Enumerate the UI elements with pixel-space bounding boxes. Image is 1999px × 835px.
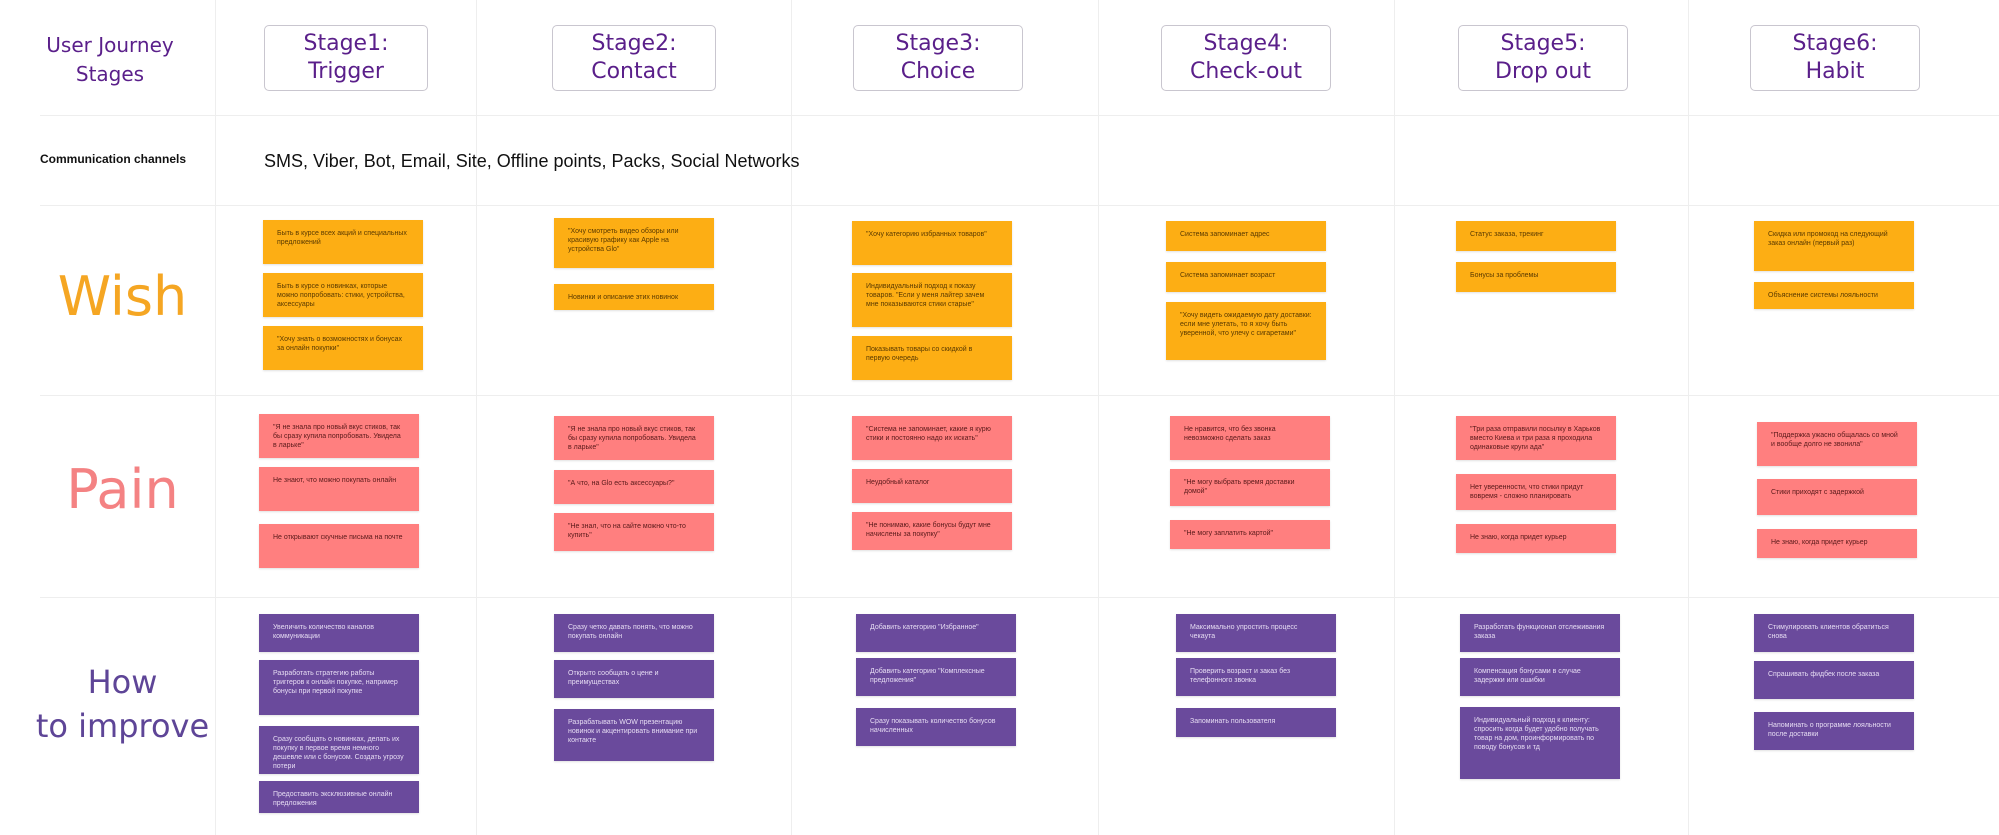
channels-label: Communication channels: [40, 152, 187, 166]
sticky-note-wish[interactable]: Новинки и описание этих новинок: [554, 284, 714, 310]
sticky-note-improve[interactable]: Добавить категорию "Избранное": [856, 614, 1016, 652]
sticky-note-improve[interactable]: Максимально упростить процесс чекаута: [1176, 614, 1336, 652]
sticky-note-wish[interactable]: "Хочу категорию избранных товаров": [852, 221, 1012, 265]
sticky-note-wish[interactable]: Бонусы за проблемы: [1456, 262, 1616, 292]
sticky-note-pain[interactable]: "Не могу выбрать время доставки домой": [1170, 469, 1330, 506]
sticky-note-wish[interactable]: Объяснение системы лояльности: [1754, 282, 1914, 309]
stage-card-trigger[interactable]: Stage1: Trigger: [264, 25, 428, 91]
sticky-note-pain[interactable]: "Я не знала про новый вкус стиков, так б…: [259, 414, 419, 458]
sticky-note-improve[interactable]: Запоминать пользователя: [1176, 708, 1336, 737]
journey-title: User Journey Stages: [10, 31, 210, 89]
sticky-note-pain[interactable]: Не нравится, что без звонка невозможно с…: [1170, 416, 1330, 460]
sticky-note-pain[interactable]: "Не могу заплатить картой": [1170, 520, 1330, 549]
sticky-note-improve[interactable]: Сразу показывать количество бонусов начи…: [856, 708, 1016, 746]
sticky-note-wish[interactable]: Система запоминает возраст: [1166, 262, 1326, 292]
stage-number: Stage4:: [1203, 31, 1289, 56]
sticky-note-improve[interactable]: Разрабатывать WOW презентацию новинок и …: [554, 709, 714, 761]
stage-name: Habit: [1805, 59, 1865, 84]
sticky-note-pain[interactable]: "Не понимаю, какие бонусы будут мне начи…: [852, 512, 1012, 550]
stage-number: Stage1:: [303, 31, 389, 56]
sticky-note-wish[interactable]: Система запоминает адрес: [1166, 221, 1326, 251]
sticky-note-improve[interactable]: Разработать стратегию работы триггеров к…: [259, 660, 419, 715]
sticky-note-pain[interactable]: "Система не запоминает, какие я курю сти…: [852, 416, 1012, 460]
sticky-note-pain[interactable]: Не открывают скучные письма на почте: [259, 524, 419, 568]
sticky-note-improve[interactable]: Сразу сообщать о новинках, делать их пок…: [259, 726, 419, 774]
sticky-note-wish[interactable]: "Хочу знать о возможностях и бонусах за …: [263, 326, 423, 370]
stage-card-contact[interactable]: Stage2: Contact: [552, 25, 716, 91]
stage-number: Stage6:: [1792, 31, 1878, 56]
sticky-note-improve[interactable]: Спрашивать фидбек после заказа: [1754, 661, 1914, 699]
sticky-note-wish[interactable]: Индивидуальный подход к показу товаров. …: [852, 273, 1012, 327]
sticky-note-improve[interactable]: Увеличить количество каналов коммуникаци…: [259, 614, 419, 652]
stage-number: Stage2:: [591, 31, 677, 56]
stage-name: Check-out: [1189, 59, 1303, 84]
sticky-note-pain[interactable]: Нет уверенности, что стики придут воврем…: [1456, 474, 1616, 510]
sticky-note-wish[interactable]: Статус заказа, трекинг: [1456, 221, 1616, 251]
sticky-note-pain[interactable]: "Поддержка ужасно общалась со мной и воо…: [1757, 422, 1917, 466]
sticky-note-wish[interactable]: "Хочу видеть ожидаемую дату доставки: ес…: [1166, 302, 1326, 360]
sticky-note-improve[interactable]: Проверить возраст и заказ без телефонног…: [1176, 658, 1336, 696]
channels-list: SMS, Viber, Bot, Email, Site, Offline po…: [264, 151, 800, 171]
column-divider: [476, 0, 477, 835]
row-label-improve-line2: to improve: [35, 707, 210, 745]
sticky-note-improve[interactable]: Сразу четко давать понять, что можно пок…: [554, 614, 714, 652]
sticky-note-improve[interactable]: Разработать функционал отслеживания зака…: [1460, 614, 1620, 652]
sticky-note-pain[interactable]: Неудобный каталог: [852, 469, 1012, 503]
stage-card-checkout[interactable]: Stage4: Check-out: [1161, 25, 1331, 91]
stage-number: Stage5:: [1500, 31, 1586, 56]
stage-card-choice[interactable]: Stage3: Choice: [853, 25, 1023, 91]
column-divider: [791, 0, 792, 835]
stage-card-habit[interactable]: Stage6: Habit: [1750, 25, 1920, 91]
sticky-note-pain[interactable]: "Я не знала про новый вкус стиков, так б…: [554, 416, 714, 460]
sticky-note-wish[interactable]: Быть в курсе всех акций и специальных пр…: [263, 220, 423, 264]
row-label-pain: Pain: [66, 458, 179, 521]
sticky-note-improve[interactable]: Индивидуальный подход к клиенту: спросит…: [1460, 707, 1620, 779]
row-divider: [40, 395, 1999, 396]
sticky-note-pain[interactable]: "А что, на Glo есть аксессуары?": [554, 470, 714, 504]
journey-title-line1: User Journey: [46, 33, 174, 57]
stage-number: Stage3:: [895, 31, 981, 56]
sticky-note-pain[interactable]: "Три раза отправили посылку в Харьков вм…: [1456, 416, 1616, 460]
sticky-note-pain[interactable]: Не знаю, когда придет курьер: [1456, 524, 1616, 553]
column-divider: [1098, 0, 1099, 835]
sticky-note-pain[interactable]: Не знают, что можно покупать онлайн: [259, 467, 419, 511]
sticky-note-improve[interactable]: Напоминать о программе лояльности после …: [1754, 712, 1914, 750]
sticky-note-pain[interactable]: Не знаю, когда придет курьер: [1757, 529, 1917, 558]
row-label-improve: How to improve: [10, 660, 235, 748]
sticky-note-pain[interactable]: "Не знал, что на сайте можно что-то купи…: [554, 513, 714, 551]
column-divider: [1394, 0, 1395, 835]
row-label-improve-line1: How: [87, 663, 158, 701]
row-divider: [40, 115, 1999, 116]
row-divider: [40, 205, 1999, 206]
stage-name: Choice: [900, 59, 976, 84]
sticky-note-improve[interactable]: Стимулировать клиентов обратиться снова: [1754, 614, 1914, 652]
sticky-note-wish[interactable]: "Хочу смотреть видео обзоры или красивую…: [554, 218, 714, 268]
stage-card-dropout[interactable]: Stage5: Drop out: [1458, 25, 1628, 91]
journey-title-line2: Stages: [75, 62, 145, 86]
sticky-note-wish[interactable]: Показывать товары со скидкой в первую оч…: [852, 336, 1012, 380]
row-label-wish: Wish: [57, 265, 188, 328]
stage-name: Trigger: [308, 59, 384, 84]
sticky-note-wish[interactable]: Быть в курсе о новинках, которые можно п…: [263, 273, 423, 317]
stage-name: Drop out: [1495, 59, 1591, 84]
sticky-note-improve[interactable]: Открыто сообщать о цене и преимуществах: [554, 660, 714, 698]
sticky-note-improve[interactable]: Добавить категорию "Комплексные предложе…: [856, 658, 1016, 696]
column-divider: [1688, 0, 1689, 835]
sticky-note-improve[interactable]: Компенсация бонусами в случае задержки и…: [1460, 658, 1620, 696]
stage-name: Contact: [591, 59, 677, 84]
sticky-note-wish[interactable]: Скидка или промокод на следующий заказ о…: [1754, 221, 1914, 271]
sticky-note-improve[interactable]: Предоставить эксклюзивные онлайн предлож…: [259, 781, 419, 813]
sticky-note-pain[interactable]: Стики приходят с задержкой: [1757, 479, 1917, 515]
row-divider: [40, 597, 1999, 598]
